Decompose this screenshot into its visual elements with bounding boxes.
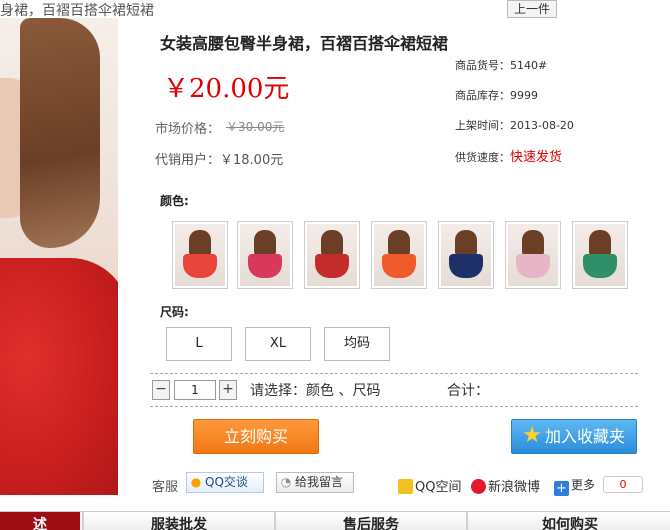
color-swatch[interactable] xyxy=(304,221,360,289)
plus-icon: + xyxy=(554,481,569,496)
color-swatch[interactable] xyxy=(505,221,561,289)
weibo-icon xyxy=(471,479,486,494)
breadcrumb: 身裙，百褶百搭伞裙短裙 xyxy=(0,3,154,19)
divider xyxy=(150,373,638,374)
qty-minus-button[interactable]: − xyxy=(152,380,170,400)
add-favorite-label: 加入收藏夹 xyxy=(545,427,626,446)
more-label: 更多 xyxy=(571,478,596,492)
sku-info: 商品货号：5140# xyxy=(455,59,548,72)
tab-wholesale[interactable]: 服装批发 xyxy=(82,512,274,530)
date-info: 上架时间：2013-08-20 xyxy=(455,119,574,132)
total-label: 合计： xyxy=(447,383,489,399)
color-label: 颜色: xyxy=(160,194,189,208)
market-price-value: ￥30.00元 xyxy=(226,120,285,134)
market-price-label: 市场价格： xyxy=(155,122,221,137)
qq-icon: ● xyxy=(190,475,202,489)
share-more[interactable]: + 更多 xyxy=(554,476,595,496)
choose-hint: 请选择：颜色 、尺码 xyxy=(250,383,381,399)
stock-info: 商品库存：9999 xyxy=(455,89,538,102)
product-main-image[interactable] xyxy=(0,18,118,495)
buy-now-button[interactable]: 立刻购买 xyxy=(193,419,319,454)
prev-item-button[interactable]: 上一件 xyxy=(507,0,557,18)
divider xyxy=(150,406,638,407)
weibo-label: 新浪微博 xyxy=(488,480,541,495)
speed-value: 快速发货 xyxy=(510,150,563,165)
tab-bar: 述 服装批发 售后服务 如何购买 xyxy=(0,511,670,530)
color-swatch[interactable] xyxy=(438,221,494,289)
size-option-xl[interactable]: XL xyxy=(245,327,311,361)
leave-message-label: 给我留言 xyxy=(295,475,344,489)
product-price: ￥20.00元 xyxy=(163,74,290,104)
qq-chat-label: QQ交谈 xyxy=(205,475,248,489)
share-count: 0 xyxy=(603,476,643,493)
product-title: 女装高腰包臀半身裙，百褶百搭伞裙短裙 xyxy=(160,34,449,53)
share-qzone[interactable]: QQ空间 xyxy=(398,476,461,495)
speed-label: 供货速度： xyxy=(455,151,510,164)
color-swatch[interactable] xyxy=(237,221,293,289)
color-swatch[interactable] xyxy=(371,221,427,289)
tab-after-sales[interactable]: 售后服务 xyxy=(274,512,466,530)
qty-plus-button[interactable]: + xyxy=(219,380,237,400)
size-label: 尺码: xyxy=(160,305,189,319)
qzone-label: QQ空间 xyxy=(415,480,462,495)
add-favorite-button[interactable]: ★ 加入收藏夹 xyxy=(511,419,637,454)
leave-message-button[interactable]: ◔ 给我留言 xyxy=(276,472,354,493)
service-label: 客服 xyxy=(152,480,179,495)
color-swatch[interactable] xyxy=(572,221,628,289)
tab-description[interactable]: 述 xyxy=(0,512,80,530)
size-option-free[interactable]: 均码 xyxy=(324,327,390,361)
star-icon: ★ xyxy=(522,423,542,448)
tab-how-to-buy[interactable]: 如何购买 xyxy=(466,512,670,530)
qq-chat-button[interactable]: ● QQ交谈 xyxy=(186,472,264,493)
size-option-l[interactable]: L xyxy=(166,327,232,361)
quantity-input[interactable]: 1 xyxy=(174,380,216,400)
share-weibo[interactable]: 新浪微博 xyxy=(471,476,540,495)
agent-price: 代销用户：￥18.00元 xyxy=(155,153,284,168)
qzone-icon xyxy=(398,479,413,494)
message-icon: ◔ xyxy=(280,475,292,489)
color-swatch[interactable] xyxy=(172,221,228,289)
speed-info: 供货速度：快速发货 xyxy=(455,146,562,165)
